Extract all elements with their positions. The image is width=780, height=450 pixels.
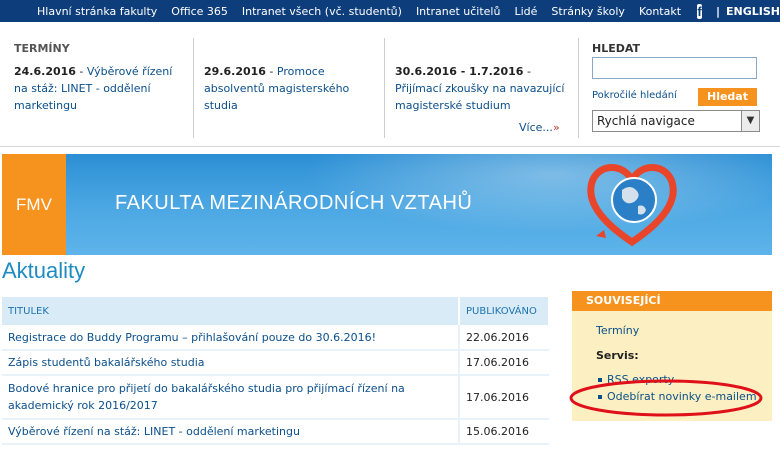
table-row: Výběrové řízení na stáž: LINET - oddělen… <box>2 419 549 445</box>
facebook-icon[interactable]: f <box>697 3 702 19</box>
news-link[interactable]: Registrace do Buddy Programu – přihlašov… <box>8 331 376 344</box>
news-date-cell: 22.06.2016 <box>458 325 549 351</box>
highlight-ellipse <box>569 379 763 417</box>
language-english-link[interactable]: ENGLISH <box>726 5 780 18</box>
nav-link-contact[interactable]: Kontakt <box>639 5 681 18</box>
page-title: Aktuality <box>2 258 86 283</box>
divider <box>0 146 780 147</box>
double-chevron-right-icon: » <box>553 121 560 134</box>
nav-link-people[interactable]: Lidé <box>514 5 537 18</box>
servis-label: Servis: <box>596 349 639 362</box>
news-link[interactable]: Zápis studentů bakalářského studia <box>8 356 205 369</box>
news-title-cell: Registrace do Buddy Programu – přihlašov… <box>2 325 460 351</box>
divider <box>193 38 194 138</box>
advanced-search-link[interactable]: Pokročilé hledání <box>592 90 677 101</box>
term-date: 29.6.2016 <box>204 65 266 78</box>
top-navigation: Hlavní stránka fakulty Office 365 Intran… <box>0 0 780 22</box>
faculty-banner: FMV FAKULTA MEZINÁRODNÍCH VZTAHŮ <box>2 154 772 255</box>
nav-link-office365[interactable]: Office 365 <box>171 5 228 18</box>
faculty-logo[interactable]: FMV <box>2 154 66 255</box>
table-header-row: TITULEK PUBLIKOVÁNO <box>2 297 550 325</box>
term-dash: - <box>75 65 87 78</box>
terms-heading: TERMÍNY <box>14 42 70 55</box>
term-date: 30.6.2016 - 1.7.2016 <box>395 65 524 78</box>
term-item: 24.6.2016 - Výběrové řízení na stáž: LIN… <box>14 63 184 114</box>
divider <box>578 38 579 138</box>
table-row: Zápis studentů bakalářského studia 17.06… <box>2 350 549 376</box>
term-date: 24.6.2016 <box>14 65 76 78</box>
quick-navigation-value: Rychlá navigace <box>597 114 695 128</box>
heart-globe-icon <box>587 164 677 247</box>
related-link-terms[interactable]: Termíny <box>596 324 639 337</box>
news-date-cell: 15.06.2016 <box>458 419 549 445</box>
news-date-cell: 17.06.2016 <box>458 375 549 420</box>
term-dash: - <box>523 65 531 78</box>
term-link[interactable]: Přijímací zkoušky na navazující magister… <box>395 82 565 112</box>
term-item: 30.6.2016 - 1.7.2016 - Přijímací zkoušky… <box>395 63 567 114</box>
news-date-cell: 17.06.2016 <box>458 350 549 376</box>
search-button[interactable]: Hledat <box>698 88 757 106</box>
more-terms-link[interactable]: Více... <box>519 121 553 134</box>
quick-navigation-select[interactable]: Rychlá navigace ▼ <box>592 110 760 132</box>
term-item: 29.6.2016 - Promoce absolventů magisters… <box>204 63 379 114</box>
news-title-cell: Bodové hranice pro přijetí do bakalářské… <box>2 375 460 420</box>
nav-link-intranet-all[interactable]: Intranet všech (vč. studentů) <box>242 5 402 18</box>
search-heading: HLEDAT <box>592 42 641 55</box>
nav-separator: | <box>715 4 721 18</box>
term-dash: - <box>265 65 277 78</box>
news-link[interactable]: Výběrové řízení na stáž: LINET - oddělen… <box>8 425 300 438</box>
column-header-title[interactable]: TITULEK <box>2 297 461 325</box>
table-row: Bodové hranice pro přijetí do bakalářské… <box>2 375 549 420</box>
column-header-date[interactable]: PUBLIKOVÁNO <box>459 297 550 325</box>
related-heading: SOUVISEJÍCÍ <box>572 291 772 311</box>
nav-link-faculty-home[interactable]: Hlavní stránka fakulty <box>37 5 157 18</box>
chevron-down-icon[interactable]: ▼ <box>741 111 759 131</box>
news-link[interactable]: Bodové hranice pro přijetí do bakalářské… <box>8 382 405 412</box>
news-title-cell: Výběrové řízení na stáž: LINET - oddělen… <box>2 419 460 445</box>
news-title-cell: Zápis studentů bakalářského studia <box>2 350 460 376</box>
table-row: Registrace do Buddy Programu – přihlašov… <box>2 325 549 351</box>
search-input[interactable] <box>592 57 757 79</box>
divider <box>384 38 385 138</box>
news-table: TITULEK PUBLIKOVÁNO Registrace do Buddy … <box>2 297 550 445</box>
nav-link-school-pages[interactable]: Stránky školy <box>551 5 625 18</box>
nav-link-intranet-teachers[interactable]: Intranet učitelů <box>416 5 501 18</box>
banner-title: FAKULTA MEZINÁRODNÍCH VZTAHŮ <box>115 192 473 214</box>
